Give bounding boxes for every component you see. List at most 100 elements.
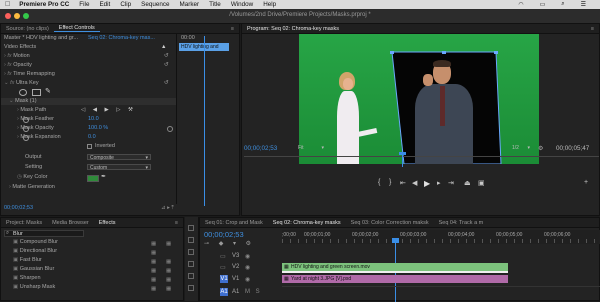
clip-v1[interactable]: ▦ Yard at night 3.JPG [V].psd — [282, 275, 508, 283]
list-icon[interactable]: ☰ — [581, 1, 586, 8]
sequence-clip-label[interactable]: Seq 02: Chroma-key mas... — [88, 35, 155, 42]
track-header-a1[interactable]: A1 A1 M S — [220, 288, 282, 297]
search-icon[interactable]: ⌕ — [561, 1, 564, 8]
list-item[interactable]: ▣ Fast Blur — [13, 257, 42, 264]
track-header-v1[interactable]: V1 V1 ◉ — [220, 275, 282, 284]
mask-opacity-value[interactable]: 100.0 % — [88, 125, 108, 132]
mark-out-icon[interactable]: } — [389, 179, 391, 186]
menu-title[interactable]: Title — [209, 1, 221, 8]
list-item[interactable]: ▣ Gaussian Blur — [13, 266, 54, 273]
list-item[interactable]: ▣ Sharpen — [13, 275, 41, 282]
reset-ultra-key-icon[interactable]: ↺ — [164, 80, 169, 87]
panel-footer-icons[interactable]: ⊿ ▸ ⤒ — [161, 205, 174, 212]
rectangle-mask-icon[interactable] — [32, 89, 41, 96]
list-item[interactable]: ▣ Unsharp Mask — [13, 284, 55, 291]
track-header-v3[interactable]: ▭ V3 ◉ — [220, 252, 282, 261]
list-item[interactable]: ▣ Directional Blur — [13, 248, 57, 255]
tab-source[interactable]: Source: (no clips) — [1, 26, 54, 32]
menu-window[interactable]: Window — [231, 1, 253, 8]
stopwatch-feather-icon[interactable] — [23, 117, 29, 123]
toggle-sync-lock-icon[interactable]: ▭ — [220, 253, 226, 260]
eyedropper-icon[interactable]: ✒ — [101, 173, 106, 180]
track-eye-icon[interactable]: ◉ — [245, 264, 250, 271]
timeline-tool-icons[interactable]: ⊸ ◆ ▾ ⚙ — [204, 240, 255, 247]
program-monitor-title[interactable]: Program: Seq 02: Chroma-key masks — [242, 26, 344, 32]
matte-generation-row[interactable]: › Matte Generation — [9, 184, 55, 191]
app-menu[interactable]: Premiere Pro CC — [19, 1, 69, 8]
resolution-dropdown[interactable]: 1/2 ▾ — [510, 145, 530, 151]
apple-icon[interactable]:  — [5, 1, 10, 8]
source-patch-a1[interactable]: A1 — [220, 288, 228, 296]
lift-icon[interactable]: ⏏ — [464, 179, 471, 187]
program-timecode[interactable]: 00;00;02;53 — [244, 145, 277, 152]
effects-search-input[interactable]: Blur — [4, 230, 84, 237]
toggle-sync-lock-icon[interactable]: ▭ — [220, 264, 226, 271]
slip-tool-icon[interactable] — [188, 273, 194, 279]
battery-icon[interactable]: ▭ — [540, 1, 546, 8]
tab-effects[interactable]: Effects — [94, 220, 121, 226]
ultra-key-row[interactable]: ⌄ fx Ultra Key — [4, 80, 39, 87]
monitor-time-ruler[interactable] — [244, 156, 599, 157]
add-button-icon[interactable]: + — [584, 179, 588, 186]
opacity-row[interactable]: › fx Opacity — [4, 62, 32, 69]
tab-seq-02[interactable]: Seq 02: Chroma-key masks — [268, 220, 346, 226]
pen-tool-icon[interactable] — [188, 285, 194, 291]
stopwatch-mask-opacity-icon[interactable] — [23, 126, 29, 132]
panel-menu-icon[interactable]: ≡ — [226, 26, 239, 32]
step-forward-icon[interactable]: ▸ — [437, 179, 441, 187]
step-back-icon[interactable]: ◀ — [412, 179, 417, 187]
stopwatch-expansion-icon[interactable] — [23, 135, 29, 141]
pen-mask-icon[interactable]: ✎ — [45, 87, 51, 95]
mask-expansion-value[interactable]: 0.0 — [88, 134, 96, 141]
track-eye-icon[interactable]: ◉ — [245, 276, 250, 283]
go-to-in-icon[interactable]: ⇤ — [400, 179, 406, 187]
tab-effect-controls[interactable]: Effect Controls — [53, 25, 100, 32]
menu-edit[interactable]: Edit — [99, 1, 110, 8]
monitor-playhead-handle[interactable] — [399, 152, 406, 155]
mask-title[interactable]: ⌄ Mask (1) — [9, 98, 37, 105]
clip-v2[interactable]: ▦ HDV lighting and green screen.mov — [282, 263, 508, 271]
tab-seq-01[interactable]: Seq 01: Crop and Mask — [200, 220, 268, 226]
ellipse-mask-icon[interactable] — [19, 89, 27, 96]
timeline-timecode[interactable]: 00;00;02;53 — [204, 230, 244, 239]
output-dropdown[interactable]: Composite ▾ — [87, 154, 151, 161]
time-remapping-row[interactable]: › fx Time Remapping — [4, 71, 55, 78]
timeline-ruler[interactable]: ;00;00 00;00;01;00 00;00;02;00 00;00;03;… — [282, 230, 600, 244]
wifi-icon[interactable]: ◠ — [518, 1, 523, 8]
menu-sequence[interactable]: Sequence — [141, 1, 169, 8]
tab-seq-03[interactable]: Seq 03: Color Correction maksk — [346, 220, 434, 226]
track-eye-icon[interactable]: ◉ — [245, 253, 250, 260]
effect-controls-timecode[interactable]: 00;00;02;53 — [4, 205, 33, 212]
source-patch-v1[interactable]: V1 — [220, 275, 228, 283]
menu-marker[interactable]: Marker — [180, 1, 200, 8]
export-frame-icon[interactable]: ▣ — [478, 179, 485, 187]
mask-feather-value[interactable]: 10.0 — [88, 116, 99, 123]
razor-tool-icon[interactable] — [188, 261, 194, 267]
track-mute-solo-icons[interactable]: M S — [245, 289, 262, 295]
play-button[interactable]: ▶ — [424, 179, 430, 188]
zoom-fit-dropdown[interactable]: Fit ▾ — [296, 145, 326, 151]
menu-clip[interactable]: Clip — [120, 1, 131, 8]
mark-in-icon[interactable]: { — [378, 179, 380, 186]
monitor-menu-icon[interactable]: ≡ — [586, 26, 599, 32]
track-header-v2[interactable]: ▭ V2 ◉ — [220, 263, 282, 272]
scroll-up-icon[interactable]: ▲ — [161, 44, 166, 51]
settings-wrench-icon[interactable]: ⚙ — [538, 145, 543, 152]
mini-playhead[interactable] — [204, 36, 205, 206]
reset-motion-icon[interactable]: ↺ — [164, 53, 169, 60]
ripple-edit-tool-icon[interactable] — [188, 249, 194, 255]
key-color-swatch[interactable] — [87, 175, 99, 182]
master-clip-label[interactable]: Master * HDV lighting and gr... — [4, 35, 78, 42]
tab-media-browser[interactable]: Media Browser — [47, 220, 94, 226]
program-video-frame[interactable] — [299, 34, 539, 164]
go-to-out-icon[interactable]: ⇥ — [448, 179, 454, 187]
tab-seq-04[interactable]: Seq 04: Track a m — [434, 220, 489, 226]
menu-file[interactable]: File — [79, 1, 89, 8]
mask-tracking-controls[interactable]: ◁ ◀ ▶ ▷ ⚒ — [81, 107, 136, 114]
motion-row[interactable]: › fx Motion — [4, 53, 30, 60]
effects-menu-icon[interactable]: ≡ — [170, 220, 183, 226]
monitor-playhead[interactable] — [402, 153, 403, 167]
tab-project-masks[interactable]: Project: Masks — [1, 220, 47, 226]
list-item[interactable]: ▣ Compound Blur — [13, 239, 58, 246]
inverted-checkbox[interactable] — [87, 144, 92, 149]
